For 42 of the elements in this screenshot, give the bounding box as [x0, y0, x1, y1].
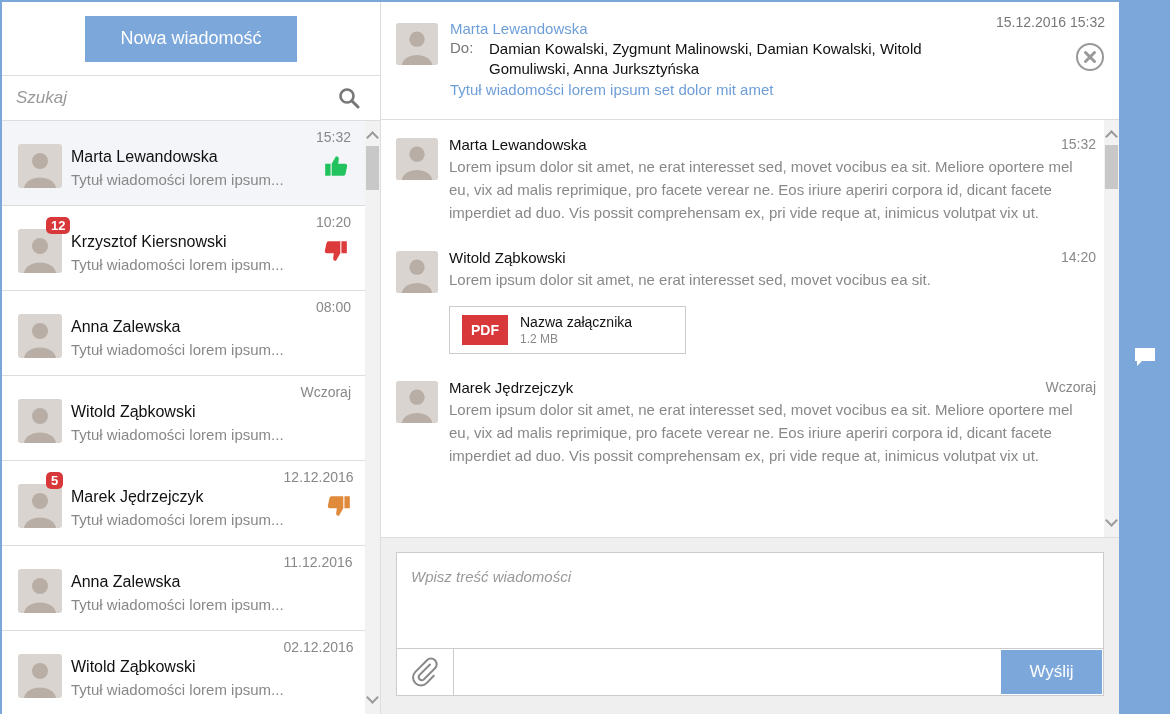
message-time: 15:32 — [315, 129, 351, 145]
contact-name: Anna Zalewska — [71, 573, 182, 591]
message-time: 15:32 — [1060, 136, 1096, 152]
message-time: 14:20 — [1060, 249, 1096, 265]
message-time: 10:20 — [315, 214, 351, 230]
message-text: Lorem ipsum dolor sit amet, ne erat interesset sed, movet vocibus ea sit. — [449, 270, 932, 290]
message-preview: Tytuł wiadomości lorem ipsum... — [71, 341, 285, 358]
recipients-list: Damian Kowalski, Zygmunt Malinowski, Damian Kowalski, Witold Gomuliwski, Anna Jurksztyńska — [489, 39, 959, 79]
message-text: Lorem ipsum dolor sit amet, ne erat interesset sed, movet vocibus ea sit. Meliore oportere mel eu, vix ad malis reprimique, pro facete verear ne. Eos iriure aperiri corpora id, dicant facete imperdiet ad duo. Vis possit comprehensam ex, pri vide reque at, inimicus volutpat vix ut. — [449, 157, 1074, 223]
message-time: 12.12.2016 — [283, 469, 354, 485]
contact-name: Witold Ząbkowski — [71, 658, 197, 676]
author-name: Marta Lewandowska — [449, 136, 587, 153]
unread-badge: 12 — [46, 217, 71, 234]
message-preview: Tytuł wiadomości lorem ipsum... — [71, 171, 285, 188]
message-date: 15.12.2016 15:32 — [996, 14, 1105, 30]
message-preview: Tytuł wiadomości lorem ipsum... — [71, 256, 285, 273]
author-name: Witold Ząbkowski — [449, 249, 566, 266]
message-time: Wczoraj — [1045, 379, 1096, 395]
attachment-size: 1.2 MB — [520, 332, 559, 346]
message-time: 11.12.2016 — [283, 554, 353, 570]
message-text: Lorem ipsum dolor sit amet, ne erat interesset sed, movet vocibus ea sit. Meliore oportere mel eu, vix ad malis reprimique, pro facete verear ne. Eos iriure aperiri corpora id, dicant facete imperdiet ad duo. Vis possit comprehensam ex, pri vide reque at, inimicus volutpat vix ut. — [449, 400, 1074, 466]
message-subject: Tytuł wiadomości lorem ipsum set dolor mit amet — [450, 81, 775, 98]
contact-name: Marta Lewandowska — [71, 148, 219, 166]
message-preview: Tytuł wiadomości lorem ipsum... — [71, 511, 284, 528]
message-preview: Tytuł wiadomości lorem ipsum... — [71, 596, 284, 613]
contact-name: Krzysztof Kiersnowski — [71, 233, 228, 251]
conversation-item[interactable]: Marta Lewandowska Tytuł wiadomości lorem ipsum... 15:32 — [2, 121, 365, 206]
message-time: 02.12.2016 — [283, 639, 354, 655]
attachment-name: Nazwa załącznika — [520, 314, 633, 330]
message-input[interactable]: Wpisz treść wiadomości — [396, 552, 1104, 648]
author-name: Marek Jędrzejczyk — [449, 379, 574, 396]
contact-name: Marek Jędrzejczyk — [71, 488, 205, 506]
recipients-label: Do: — [450, 39, 475, 58]
attachment-card[interactable]: PDF Nazwa załącznika 1.2 MB — [449, 306, 686, 354]
message-time: Wczoraj — [300, 384, 351, 400]
message-time: 08:00 — [315, 299, 351, 315]
contact-name: Witold Ząbkowski — [71, 403, 197, 421]
unread-badge: 5 — [46, 472, 64, 489]
message-preview: Tytuł wiadomości lorem ipsum... — [71, 681, 284, 698]
file-type-label: PDF — [462, 315, 508, 345]
contact-name: Anna Zalewska — [71, 318, 182, 336]
message-preview: Tytuł wiadomości lorem ipsum... — [71, 426, 285, 443]
